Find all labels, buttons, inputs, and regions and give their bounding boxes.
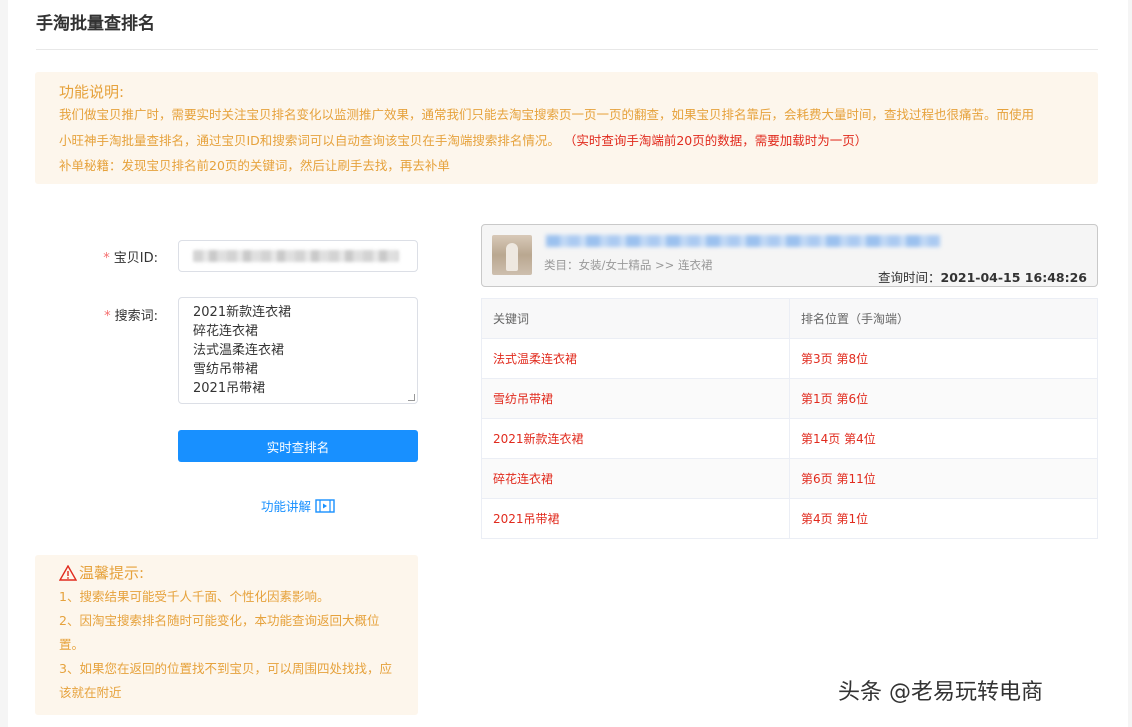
keyword-cell: 法式温柔连衣裙: [481, 338, 790, 379]
table-row: 2021新款连衣裙 第14页 第4位: [481, 418, 1098, 459]
query-time-value: 2021-04-15 16:48:26: [940, 270, 1088, 285]
rank-cell: 第4页 第1位: [789, 498, 1098, 539]
required-star: *: [103, 251, 110, 266]
warning-icon: [59, 565, 77, 581]
rank-cell: 第3页 第8位: [789, 338, 1098, 379]
notice-title: 功能说明:: [59, 83, 125, 101]
notice-line-2-text: 小旺神手淘批量查排名，通过宝贝ID和搜索词可以自动查询该宝贝在手淘端搜索排名情况…: [59, 133, 560, 148]
product-thumbnail: [492, 235, 532, 275]
query-ranking-button[interactable]: 实时查排名: [178, 430, 418, 462]
feature-notice: 功能说明: 我们做宝贝推广时，需要实时关注宝贝排名变化以监测推广效果，通常我们只…: [35, 72, 1098, 184]
header-divider: [36, 49, 1098, 50]
keyword-line: 2021吊带裙: [193, 381, 266, 396]
rank-cell: 第14页 第4位: [789, 418, 1098, 459]
tip-item: 1、搜索结果可能受千人千面、个性化因素影响。: [59, 589, 330, 604]
feature-explain-link[interactable]: 功能讲解: [261, 496, 335, 515]
column-header-rank: 排名位置（手淘端）: [789, 298, 1098, 339]
item-id-label: * 宝贝ID:: [78, 247, 158, 266]
tips-title: 温馨提示:: [59, 561, 394, 585]
keywords-label-text: 搜索词:: [114, 309, 158, 324]
keyword-line: 法式温柔连衣裙: [193, 343, 285, 358]
keywords-label: * 搜索词:: [78, 305, 158, 324]
keyword-line: 碎花连衣裙: [193, 324, 259, 339]
tip-item: 3、如果您在返回的位置找不到宝贝，可以周围四处找找，应该就在附近: [59, 661, 392, 700]
table-header-row: 关键词 排名位置（手淘端）: [481, 298, 1098, 339]
keyword-line: 雪纺吊带裙: [193, 362, 259, 377]
keyword-cell: 2021吊带裙: [481, 498, 790, 539]
feature-explain-label: 功能讲解: [261, 499, 312, 514]
warm-tips: 温馨提示: 1、搜索结果可能受千人千面、个性化因素影响。 2、因淘宝搜索排名随时…: [35, 555, 418, 715]
keywords-textarea[interactable]: 2021新款连衣裙 碎花连衣裙 法式温柔连衣裙 雪纺吊带裙 2021吊带裙: [178, 297, 418, 404]
rank-cell: 第1页 第6位: [789, 378, 1098, 419]
tip-item: 2、因淘宝搜索排名随时可能变化，本功能查询返回大概位置。: [59, 613, 380, 652]
resize-handle[interactable]: [408, 394, 415, 401]
notice-tip: 补单秘籍：发现宝贝排名前20页的关键词，然后让刷手去找，再去补单: [59, 158, 450, 173]
item-id-label-text: 宝贝ID:: [113, 251, 158, 266]
page-container: 手淘批量查排名 功能说明: 我们做宝贝推广时，需要实时关注宝贝排名变化以监测推广…: [8, 0, 1128, 727]
keyword-cell: 雪纺吊带裙: [481, 378, 790, 419]
product-category: 类目：女装/女士精品 >> 连衣裙: [544, 258, 713, 272]
product-card: 类目：女装/女士精品 >> 连衣裙 查询时间：2021-04-15 16:48:…: [481, 224, 1098, 287]
watermark: 头条 @老易玩转电商: [838, 680, 1043, 705]
table-row: 碎花连衣裙 第6页 第11位: [481, 458, 1098, 499]
column-header-keyword: 关键词: [481, 298, 790, 339]
keyword-line: 2021新款连衣裙: [193, 305, 292, 320]
item-id-redacted: [193, 250, 399, 262]
query-time: 查询时间：2021-04-15 16:48:26: [878, 267, 1087, 286]
query-time-label: 查询时间：: [877, 270, 941, 285]
rank-cell: 第6页 第11位: [789, 458, 1098, 499]
product-title-redacted: [546, 235, 940, 247]
video-icon: [315, 498, 335, 513]
table-row: 法式温柔连衣裙 第3页 第8位: [481, 338, 1098, 379]
keyword-cell: 碎花连衣裙: [481, 458, 790, 499]
required-star: *: [104, 309, 111, 324]
notice-line-2: 小旺神手淘批量查排名，通过宝贝ID和搜索词可以自动查询该宝贝在手淘端搜索排名情况…: [59, 128, 1074, 154]
notice-body: 我们做宝贝推广时，需要实时关注宝贝排名变化以监测推广效果，通常我们只能去淘宝搜索…: [59, 102, 1074, 154]
table-row: 2021吊带裙 第4页 第1位: [481, 498, 1098, 539]
item-id-input[interactable]: [178, 240, 418, 272]
notice-highlight: （实时查询手淘端前20页的数据，需要加载时为一页）: [563, 133, 868, 148]
ranking-table: 关键词 排名位置（手淘端） 法式温柔连衣裙 第3页 第8位 雪纺吊带裙 第1页 …: [481, 298, 1098, 539]
tips-title-text: 温馨提示:: [79, 564, 145, 582]
table-row: 雪纺吊带裙 第1页 第6位: [481, 378, 1098, 419]
page-title: 手淘批量查排名: [36, 14, 155, 34]
notice-line-1: 我们做宝贝推广时，需要实时关注宝贝排名变化以监测推广效果，通常我们只能去淘宝搜索…: [59, 107, 1035, 122]
keyword-cell: 2021新款连衣裙: [481, 418, 790, 459]
